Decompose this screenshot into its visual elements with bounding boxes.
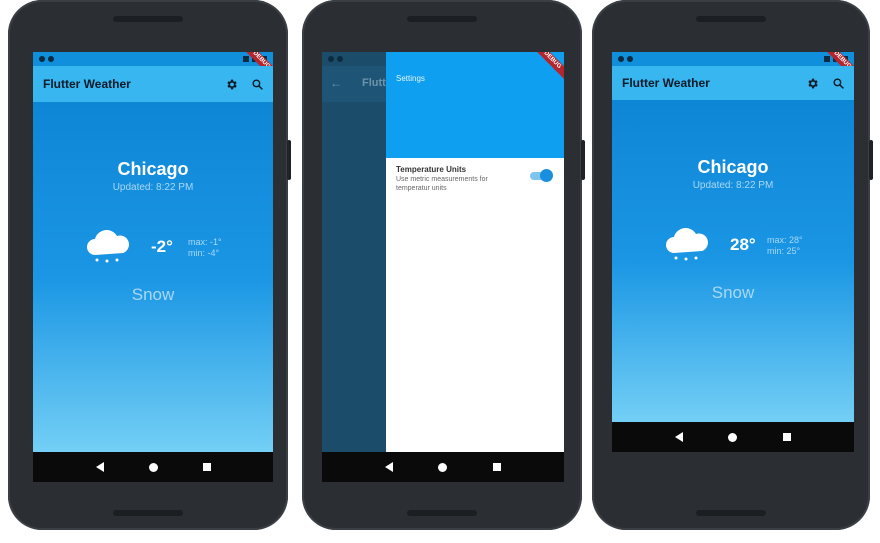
power-button	[581, 140, 585, 180]
max-temp: max: -1°	[188, 237, 222, 247]
screen: DEBUG Flutter Weather Chicago Updated: 8…	[33, 52, 273, 482]
power-button	[869, 140, 873, 180]
cloud-snow-icon	[83, 225, 133, 270]
setting-subtitle: Use metric measurements for temperatur u…	[396, 176, 488, 192]
screen: DEBUG Flutter Weather Chicago Updated: 8…	[612, 52, 854, 452]
updated-time: Updated: 8:22 PM	[692, 180, 774, 191]
app-title: Flutter Weather	[43, 77, 131, 91]
nav-bar	[322, 452, 564, 482]
app-title: Flutter Weather	[622, 76, 710, 90]
nav-bar	[612, 422, 854, 452]
back-arrow-icon: ←	[330, 76, 342, 90]
condition-label: Snow	[131, 285, 175, 304]
app-bar: Flutter Weather	[33, 66, 273, 102]
speaker	[696, 16, 766, 22]
gear-icon[interactable]	[223, 76, 239, 92]
speaker	[113, 16, 183, 22]
condition-label: Snow	[711, 283, 755, 302]
speaker	[113, 510, 183, 516]
home-icon[interactable]	[728, 432, 738, 442]
recents-icon[interactable]	[202, 463, 211, 471]
min-temp: min: 25°	[767, 246, 801, 256]
city-name: Chicago	[697, 157, 769, 177]
nav-bar	[33, 452, 273, 482]
max-temp: max: 28°	[767, 235, 803, 245]
back-icon[interactable]	[384, 462, 393, 472]
temperature-row: -2° max: -1° min: -4°	[33, 225, 273, 265]
weather-body: Chicago Updated: 8:22 PM 28° max: 28° mi…	[612, 100, 854, 422]
min-max: max: 28° min: 25°	[767, 235, 803, 257]
phone-3: DEBUG Flutter Weather Chicago Updated: 8…	[592, 0, 873, 530]
home-icon[interactable]	[438, 462, 448, 472]
cloud-snow-icon	[662, 223, 712, 268]
screen: ← Flutt Settings Temperature Units Use m…	[322, 52, 564, 482]
back-icon[interactable]	[674, 432, 683, 442]
gear-icon[interactable]	[804, 75, 820, 91]
drawer-title: Settings	[396, 74, 425, 83]
toggle-knob	[540, 169, 553, 182]
setting-title: Temperature Units	[396, 165, 467, 174]
updated-time: Updated: 8:22 PM	[112, 182, 194, 193]
min-temp: min: -4°	[188, 248, 220, 258]
temperature: -2°	[151, 237, 173, 256]
home-icon[interactable]	[148, 462, 158, 472]
speaker	[696, 510, 766, 516]
min-max: max: -1° min: -4°	[188, 237, 222, 259]
speaker	[407, 510, 477, 516]
status-bar	[33, 52, 273, 66]
drawer-header: Settings	[386, 52, 564, 158]
phone-1: DEBUG Flutter Weather Chicago Updated: 8…	[8, 0, 291, 530]
weather-body: Chicago Updated: 8:22 PM -2° max: -1° mi…	[33, 102, 273, 452]
metric-toggle[interactable]	[530, 169, 553, 182]
dimmed-app-bar: ← Flutt	[322, 66, 386, 102]
app-bar: Flutter Weather	[612, 66, 854, 100]
dimmed-background[interactable]	[322, 52, 386, 452]
search-icon[interactable]	[249, 76, 265, 92]
behind-title: Flutt	[362, 77, 386, 89]
search-icon[interactable]	[830, 75, 846, 91]
city-name: Chicago	[117, 159, 189, 179]
recents-icon[interactable]	[783, 433, 792, 441]
recents-icon[interactable]	[493, 463, 502, 471]
status-bar	[612, 52, 854, 66]
back-icon[interactable]	[95, 462, 104, 472]
temperature: 28°	[730, 235, 756, 254]
power-button	[287, 140, 291, 180]
settings-drawer: Settings Temperature Units Use metric me…	[386, 52, 564, 452]
speaker	[407, 16, 477, 22]
phone-2: ← Flutt Settings Temperature Units Use m…	[302, 0, 585, 530]
temperature-row: 28° max: 28° min: 25°	[612, 223, 854, 263]
